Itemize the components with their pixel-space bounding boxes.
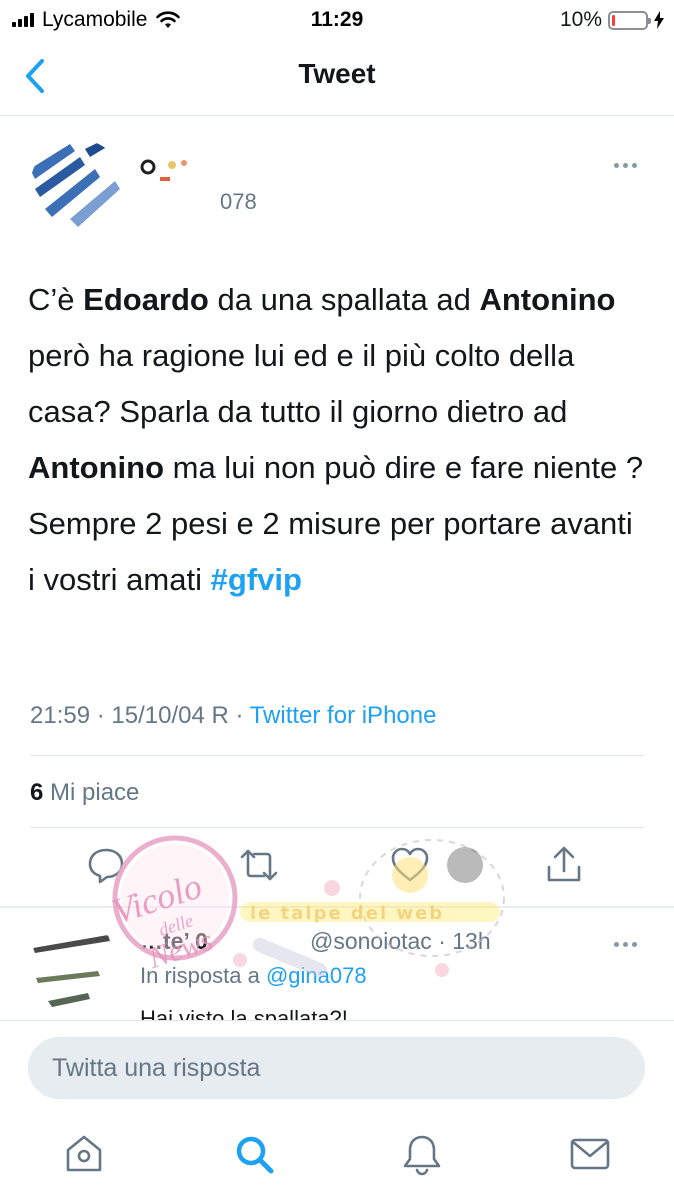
like-button[interactable] <box>390 845 434 889</box>
tweet-meta: 21:59 · 15/10/04 R · Twitter for iPhone <box>30 702 436 730</box>
notifications-icon <box>403 1135 441 1176</box>
battery-icon <box>608 10 651 30</box>
text-segment: da una spallata ad <box>208 282 480 317</box>
text-bold: Edoardo <box>83 282 209 317</box>
reply-to-prefix: In risposta a <box>140 963 266 988</box>
likes-label: Mi piace <box>43 779 140 806</box>
tab-notifications[interactable] <box>400 1132 444 1176</box>
reply-item[interactable]: …te’ 0 @sonoiotac · 13h In risposta a @g… <box>0 908 674 1020</box>
tweet-actions <box>0 845 674 905</box>
tab-bar <box>0 1120 674 1200</box>
reply-icon <box>88 848 124 884</box>
user-handle: 078 <box>220 189 257 214</box>
charging-bolt-icon <box>654 11 664 29</box>
reply-avatar[interactable] <box>28 923 123 1018</box>
hashtag-link[interactable]: #gfvip <box>211 562 302 597</box>
retweet-button[interactable] <box>238 845 282 889</box>
page-title: Tweet <box>298 58 376 89</box>
avatar-image <box>30 139 125 234</box>
share-button[interactable] <box>544 845 588 889</box>
text-segment: C’è <box>28 282 84 317</box>
divider <box>30 827 644 828</box>
compose-bar <box>0 1020 674 1120</box>
more-options-icon[interactable] <box>614 157 644 173</box>
divider <box>30 755 644 756</box>
reply-display-name: …te’ 0 <box>140 928 208 954</box>
reply-text: Hai visto la spallata?! <box>140 1006 348 1020</box>
status-bar: Lycamobile 11:29 10% <box>0 0 674 38</box>
retweet-icon <box>240 849 278 881</box>
avatar[interactable] <box>30 139 125 234</box>
reply-more-options-icon[interactable] <box>614 936 644 952</box>
tab-home[interactable] <box>62 1132 106 1176</box>
likes-count: 6 <box>30 779 44 806</box>
text-bold: Antonino <box>479 282 616 317</box>
like-icon <box>391 847 429 882</box>
messages-icon <box>570 1138 610 1170</box>
home-icon <box>66 1135 102 1172</box>
search-icon <box>236 1136 274 1174</box>
timestamp: 21:59 · 15/10/04 R · <box>30 702 250 729</box>
nav-bar: Tweet <box>0 38 674 116</box>
text-bold: Antonino <box>28 450 165 485</box>
status-right: 10% <box>560 8 664 32</box>
user-info[interactable]: 078 <box>140 155 257 214</box>
reply-to-line: In risposta a @gina078 <box>140 963 367 989</box>
tab-messages[interactable] <box>568 1132 612 1176</box>
reply-button[interactable] <box>86 845 130 889</box>
tweet-detail: 078 C’è Edoardo da una spallata ad Anton… <box>0 117 674 907</box>
reply-input[interactable] <box>28 1037 645 1099</box>
likes-row[interactable]: 6 Mi piace <box>30 779 139 807</box>
battery-percent: 10% <box>559 8 602 31</box>
text-segment: però ha ragione lui ed e il più colto de… <box>28 338 575 429</box>
share-icon <box>547 846 581 882</box>
reply-handle: @sonoiotac · 13h <box>310 928 491 954</box>
tab-search[interactable] <box>232 1132 276 1176</box>
battery-fill <box>612 14 615 26</box>
display-name-blurred <box>140 159 187 181</box>
reply-avatar-image <box>28 923 123 1018</box>
source-link[interactable]: Twitter for iPhone <box>250 702 437 729</box>
reply-to-mention[interactable]: @gina078 <box>266 963 367 988</box>
tweet-text: C’è Edoardo da una spallata ad Antonino … <box>28 272 648 608</box>
